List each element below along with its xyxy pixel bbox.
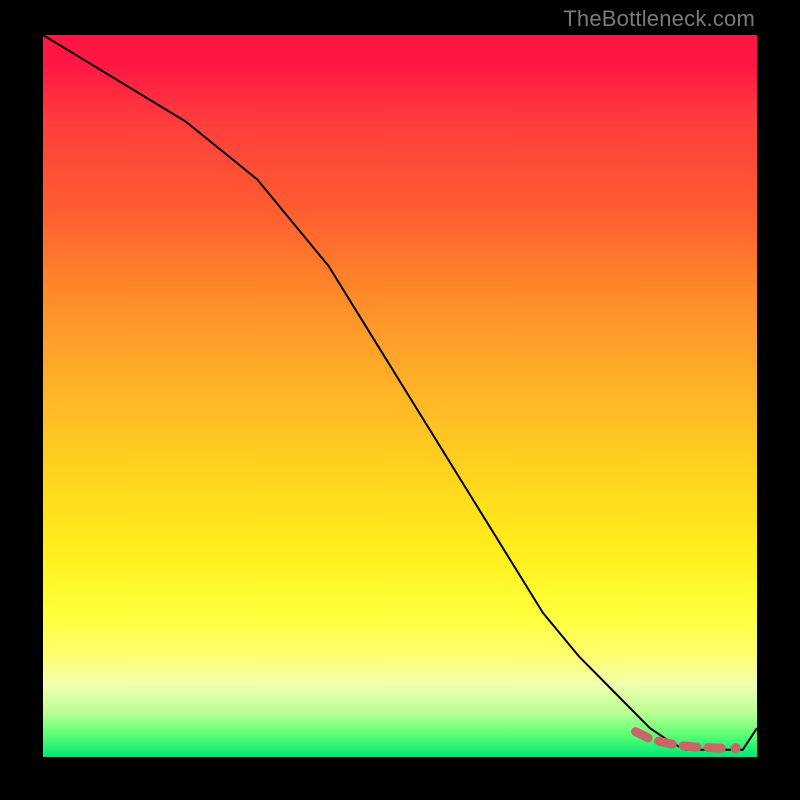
chart-canvas: TheBottleneck.com — [0, 0, 800, 800]
plot-background-gradient — [43, 35, 757, 757]
watermark-text: TheBottleneck.com — [563, 6, 755, 32]
